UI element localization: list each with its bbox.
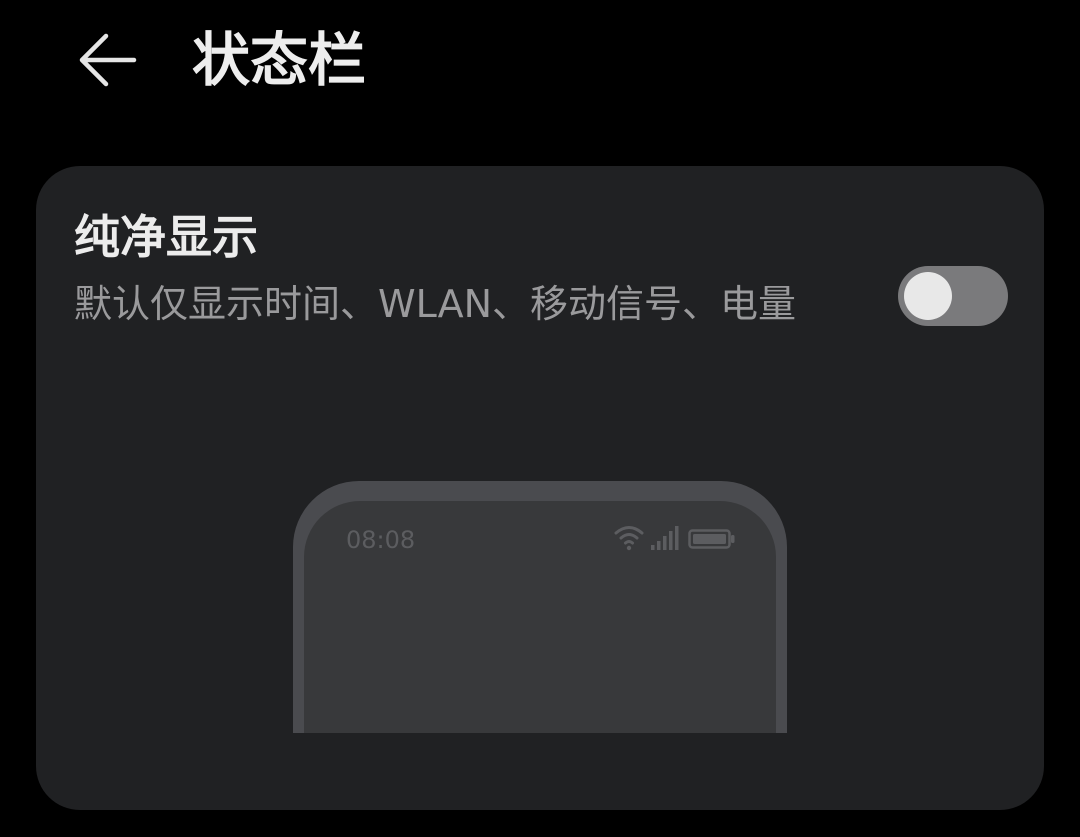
settings-card: 纯净显示 默认仅显示时间、WLAN、移动信号、电量 08:08	[36, 166, 1044, 810]
back-button[interactable]	[70, 22, 146, 98]
preview-status-icons	[614, 521, 744, 555]
app-header: 状态栏	[0, 0, 1080, 125]
phone-screen: 08:08	[304, 501, 776, 733]
page-title: 状态栏	[192, 26, 367, 94]
toggle-knob	[904, 272, 952, 320]
signal-icon	[650, 525, 680, 551]
setting-description: 默认仅显示时间、WLAN、移动信号、电量	[74, 282, 797, 326]
pure-display-toggle[interactable]	[898, 266, 1008, 326]
pure-display-setting-row[interactable]: 纯净显示 默认仅显示时间、WLAN、移动信号、电量	[36, 166, 1044, 406]
wifi-icon	[614, 523, 644, 551]
back-arrow-icon	[79, 33, 137, 87]
phone-preview-illustration: 08:08	[293, 481, 787, 733]
setting-title: 纯净显示	[74, 210, 258, 264]
preview-time: 08:08	[346, 526, 416, 554]
battery-icon	[688, 529, 736, 549]
